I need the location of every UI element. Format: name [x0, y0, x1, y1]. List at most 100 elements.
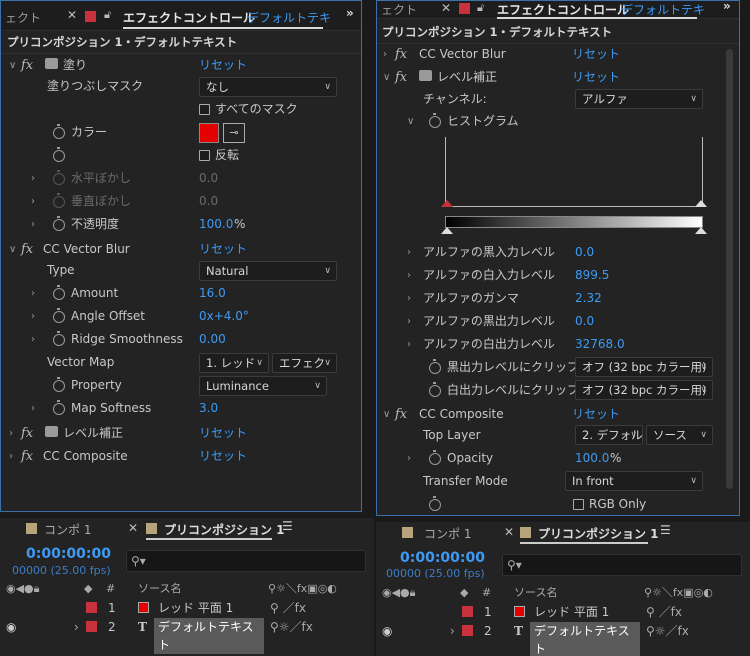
chevron-right-icon[interactable]: › — [31, 282, 35, 305]
vector-map-source-dropdown[interactable]: エフェク ∨ — [272, 353, 337, 373]
eye-icon[interactable]: ◉ — [382, 622, 392, 640]
lock-icon[interactable]: 🔓︎ — [104, 8, 111, 22]
stopwatch-icon[interactable] — [53, 308, 65, 323]
chevron-right-icon[interactable]: › — [9, 422, 13, 445]
fx-icon[interactable]: fx — [395, 43, 407, 66]
chevron-right-icon[interactable]: › — [31, 328, 35, 351]
effect-vector-blur-row[interactable]: › fx CC Vector Blur リセット — [377, 43, 739, 66]
label-color-swatch[interactable] — [462, 625, 473, 636]
param-value[interactable]: 100.0 — [199, 213, 233, 236]
tab-precomp-1[interactable]: プリコンポジション 1 — [538, 525, 659, 542]
lock-icon[interactable]: 🔓︎ — [477, 1, 484, 15]
channel-dropdown[interactable]: アルファ ∨ — [575, 89, 703, 109]
rgb-only-checkbox[interactable] — [573, 499, 584, 510]
tab-effect-controls[interactable]: エフェクトコントロール — [123, 9, 255, 26]
all-masks-checkbox[interactable] — [199, 104, 210, 115]
histogram-graph[interactable] — [445, 137, 703, 207]
reset-link[interactable]: リセット — [572, 43, 620, 66]
stopwatch-icon[interactable] — [429, 113, 441, 128]
tab-precomp-1[interactable]: プリコンポジション 1 — [164, 521, 285, 538]
tab-comp-name[interactable]: デフォルトテキ — [247, 9, 331, 26]
reset-link[interactable]: リセット — [199, 238, 247, 261]
stopwatch-icon[interactable] — [53, 124, 65, 139]
transfer-mode-dropdown[interactable]: In front ∨ — [565, 471, 703, 491]
effect-composite-row[interactable]: ∨ fx CC Composite リセット — [377, 403, 739, 426]
source-name-header[interactable]: ソース名 — [138, 580, 181, 598]
reset-link[interactable]: リセット — [572, 403, 620, 426]
scrollbar[interactable] — [726, 49, 733, 489]
chevron-right-icon[interactable]: › — [407, 241, 411, 264]
stopwatch-icon[interactable] — [53, 331, 65, 346]
layer-switches[interactable]: ⚲ ／fx — [270, 599, 306, 617]
vector-map-layer-dropdown[interactable]: 1. レッド ∨ — [199, 353, 269, 373]
effect-vector-blur-row[interactable]: ∨ fx CC Vector Blur リセット — [1, 238, 361, 261]
layer-row[interactable]: ◉ › 2 T デフォルトテキスト ⚲☼／fx — [0, 618, 374, 654]
chevron-right-icon[interactable]: › — [31, 213, 35, 236]
current-time[interactable]: 0:00:00:00 — [400, 550, 485, 566]
chevron-right-icon[interactable]: › — [74, 618, 79, 636]
layer-name[interactable]: デフォルトテキスト — [530, 622, 640, 656]
fx-icon[interactable]: fx — [21, 445, 33, 468]
property-dropdown[interactable]: Luminance ∨ — [199, 376, 327, 396]
param-value[interactable]: 32768.0 — [575, 333, 625, 356]
reset-link[interactable]: リセット — [199, 422, 247, 445]
close-icon[interactable]: ✕ — [67, 8, 77, 22]
stopwatch-icon[interactable] — [53, 147, 65, 162]
current-time[interactable]: 0:00:00:00 — [26, 546, 111, 562]
reset-link[interactable]: リセット — [572, 66, 620, 89]
chevron-right-icon[interactable]: › — [407, 447, 411, 470]
fx-icon[interactable]: fx — [21, 238, 33, 261]
effect-levels-row[interactable]: ∨ fx レベル補正 リセット — [377, 66, 739, 89]
layer-switches[interactable]: ⚲☼／fx — [646, 622, 689, 640]
param-value[interactable]: 899.5 — [575, 264, 609, 287]
histogram-input-white-handle[interactable] — [695, 200, 707, 207]
param-value[interactable]: 0.0 — [575, 241, 594, 264]
chevron-right-icon[interactable]: › — [407, 264, 411, 287]
output-white-handle[interactable] — [695, 227, 707, 234]
tab-comp-1[interactable]: コンポ 1 — [424, 525, 471, 542]
tab-comp-1[interactable]: コンポ 1 — [44, 521, 91, 538]
chevron-right-icon[interactable]: › — [9, 445, 13, 468]
chevron-right-icon[interactable]: › — [31, 305, 35, 328]
layer-name[interactable]: デフォルトテキスト — [154, 618, 264, 654]
chevron-right-icon[interactable]: › — [450, 622, 455, 640]
chevron-right-icon[interactable]: › — [31, 190, 35, 213]
effect-fill-row[interactable]: ∨ fx 塗り リセット — [1, 54, 361, 77]
stopwatch-icon[interactable] — [429, 382, 441, 397]
layer-search-input[interactable]: ⚲▾ — [126, 550, 366, 572]
chevron-down-icon[interactable]: ∨ — [9, 54, 16, 77]
chevron-right-icon[interactable]: › — [31, 397, 35, 420]
histogram-input-black-handle[interactable] — [441, 200, 453, 207]
top-layer-dropdown[interactable]: 2. デフォル ∨ — [575, 425, 643, 445]
param-value[interactable]: 2.32 — [575, 287, 602, 310]
type-dropdown[interactable]: Natural ∨ — [199, 261, 337, 281]
param-value[interactable]: 0.0 — [575, 310, 594, 333]
tab-comp-name[interactable]: デフォルトテキ — [621, 1, 705, 18]
stopwatch-icon[interactable] — [53, 377, 65, 392]
layer-row[interactable]: 1 レッド 平面 1 ⚲ ／fx — [376, 603, 750, 621]
label-color-swatch[interactable] — [86, 621, 97, 632]
param-value[interactable]: 3.0 — [199, 397, 218, 420]
fx-icon[interactable]: fx — [21, 54, 33, 77]
top-layer-source-dropdown[interactable]: ソース ∨ — [646, 425, 713, 445]
tab-effects-truncated[interactable]: ェクト — [5, 9, 41, 26]
stopwatch-icon[interactable] — [429, 496, 441, 511]
close-icon[interactable]: ✕ — [441, 1, 451, 15]
stopwatch-icon[interactable] — [53, 285, 65, 300]
chevron-right-icon[interactable]: › — [407, 333, 411, 356]
stopwatch-icon[interactable] — [429, 450, 441, 465]
layer-search-input[interactable]: ⚲▾ — [502, 554, 742, 576]
param-value[interactable]: 16.0 — [199, 282, 226, 305]
overflow-chevron-icon[interactable]: » — [723, 1, 731, 13]
fx-icon[interactable]: fx — [21, 422, 33, 445]
layer-name[interactable]: レッド 平面 1 — [534, 603, 609, 621]
layer-switches[interactable]: ⚲☼／fx — [270, 618, 313, 636]
stopwatch-icon[interactable] — [429, 359, 441, 374]
tab-effects-truncated[interactable]: ェクト — [381, 1, 417, 18]
chevron-down-icon[interactable]: ∨ — [383, 403, 390, 426]
stopwatch-icon[interactable] — [53, 400, 65, 415]
invert-checkbox[interactable] — [199, 150, 210, 161]
chevron-down-icon[interactable]: ∨ — [407, 110, 414, 133]
color-swatch[interactable] — [199, 123, 219, 143]
chevron-right-icon[interactable]: › — [407, 310, 411, 333]
